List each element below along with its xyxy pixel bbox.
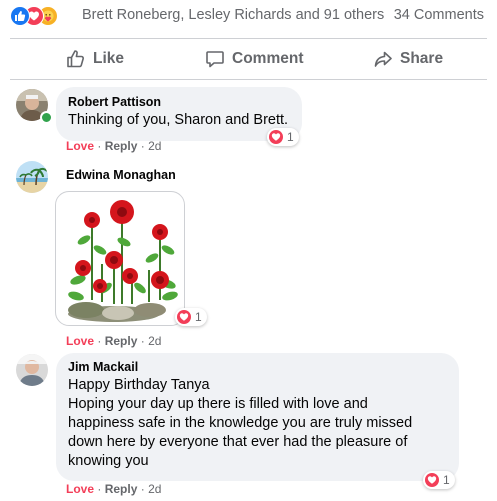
reply-link[interactable]: Reply (105, 139, 138, 153)
reply-link[interactable]: Reply (105, 334, 138, 348)
separator-dot: · (140, 482, 149, 496)
comment-button[interactable]: Comment (205, 39, 303, 79)
love-link[interactable]: Love (66, 334, 94, 348)
love-icon (269, 130, 283, 144)
comment-reaction-count[interactable]: 1 (175, 308, 207, 326)
comment-text-line: Hoping your day up there is filled with … (68, 396, 368, 412)
separator-dot: · (140, 139, 149, 153)
reaction-summary: Brett Roneberg, Lesley Richards and 91 o… (0, 0, 497, 32)
comment-meta: Love · Reply · 2d (66, 482, 161, 496)
comment-time[interactable]: 2d (148, 334, 161, 348)
comment-text-line: down here by everyone that ever had the … (68, 434, 408, 450)
comment-author[interactable]: Robert Pattison (68, 95, 290, 109)
comment-meta: Love · Reply · 2d (66, 139, 161, 153)
reaction-count: 1 (443, 473, 450, 487)
comment-text: Thinking of you, Sharon and Brett. (68, 112, 289, 128)
love-link[interactable]: Love (66, 482, 94, 496)
comment-label: Comment (232, 50, 304, 67)
comment-bubble: Robert Pattison Thinking of you, Sharon … (56, 87, 302, 141)
online-status-indicator (40, 111, 53, 124)
separator-dot: · (140, 334, 149, 348)
like-label: Like (93, 50, 125, 67)
comment-text-line: happiness safe in the knowledge you are … (68, 415, 413, 431)
thumbs-up-icon (66, 49, 86, 69)
comment-bubble: Jim Mackail Happy Birthday Tanya Hoping … (56, 353, 459, 481)
share-button[interactable]: Share (373, 39, 443, 79)
comment-count[interactable]: 34 Comments (394, 7, 484, 23)
like-icon (10, 6, 30, 26)
separator-dot: · (97, 139, 105, 153)
reply-link[interactable]: Reply (105, 482, 138, 496)
love-icon (425, 473, 439, 487)
avatar[interactable] (16, 161, 48, 193)
reaction-count: 1 (287, 130, 294, 144)
comment-text-line: knowing you (68, 453, 149, 469)
love-icon (177, 310, 191, 324)
comment-author[interactable]: Jim Mackail (68, 360, 447, 374)
comment-text: Happy Birthday Tanya Hoping your day up … (68, 376, 447, 471)
avatar[interactable] (16, 354, 48, 386)
reaction-count: 1 (195, 310, 202, 324)
comment-meta: Love · Reply · 2d (66, 334, 161, 348)
like-button[interactable]: Like (66, 39, 124, 79)
separator-dot: · (97, 334, 105, 348)
comment-reaction-count[interactable]: 1 (267, 128, 299, 146)
post-action-bar: Like Comment Share (10, 38, 487, 80)
comment-time[interactable]: 2d (148, 139, 161, 153)
rose-bush-sticker[interactable] (55, 191, 185, 326)
comment-time[interactable]: 2d (148, 482, 161, 496)
love-link[interactable]: Love (66, 139, 94, 153)
comment-text-line: Happy Birthday Tanya (68, 377, 210, 393)
share-label: Share (400, 50, 444, 67)
separator-dot: · (97, 482, 105, 496)
speech-bubble-icon (205, 49, 225, 69)
comment-author[interactable]: Edwina Monaghan (66, 168, 176, 182)
share-arrow-icon (373, 49, 393, 69)
reaction-names[interactable]: Brett Roneberg, Lesley Richards and 91 o… (82, 7, 384, 23)
comment-reaction-count[interactable]: 1 (423, 471, 455, 489)
